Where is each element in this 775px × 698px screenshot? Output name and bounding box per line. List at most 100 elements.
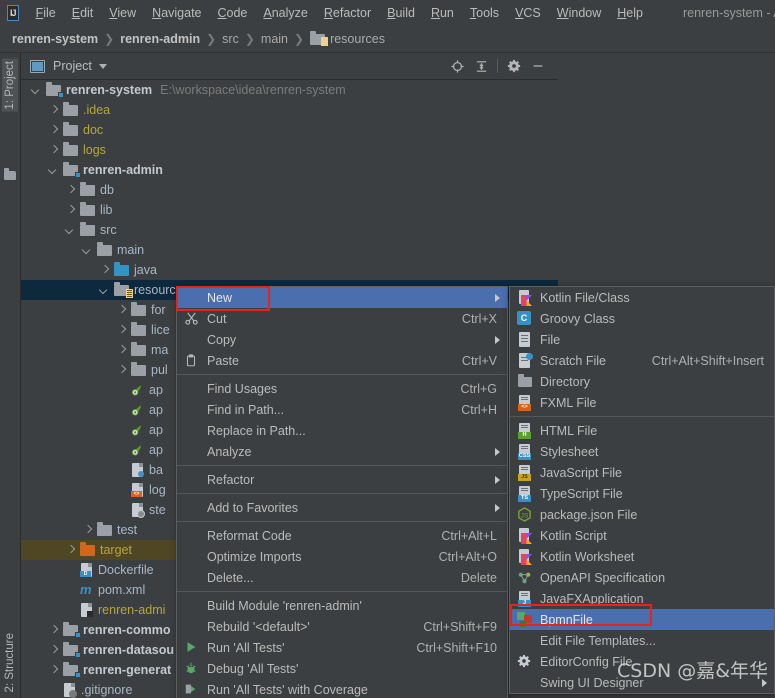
menu-item-build-module-renren-admin[interactable]: Build Module 'renren-admin' [177,595,507,616]
menu-item-typescript-file[interactable]: TS TypeScript File [510,483,774,504]
menu-item-directory[interactable]: Directory [510,371,774,392]
menu-item-debug-all-tests[interactable]: Debug 'All Tests' [177,658,507,679]
chevron-down-icon[interactable] [31,84,43,96]
chevron-right-icon[interactable] [48,664,60,676]
chevron-right-icon[interactable] [65,204,77,216]
hide-panel-icon[interactable] [526,55,550,77]
menu-item-openapi-specification[interactable]: OpenAPI Specification [510,567,774,588]
chevron-right-icon[interactable] [99,264,111,276]
menu-code[interactable]: Code [210,3,256,23]
menu-item-paste[interactable]: Paste Ctrl+V [177,350,507,371]
menu-item-edit-file-templates[interactable]: Edit File Templates... [510,630,774,651]
menu-item-reformat-code[interactable]: Reformat Code Ctrl+Alt+L [177,525,507,546]
menu-item-kotlin-worksheet[interactable]: Kotlin Worksheet [510,546,774,567]
tree-row[interactable]: java [21,260,558,280]
tree-row[interactable]: main [21,240,558,260]
menu-item-new[interactable]: New [177,287,507,308]
menu-item-kotlin-script[interactable]: Kotlin Script [510,525,774,546]
menu-item-delete[interactable]: Delete... Delete [177,567,507,588]
breadcrumb-label: resources [330,32,385,46]
menu-item-javafxapplication[interactable]: J JavaFXApplication [510,588,774,609]
menu-item-find-usages[interactable]: Find Usages Ctrl+G [177,378,507,399]
menu-item-cut[interactable]: Cut Ctrl+X [177,308,507,329]
menu-item-run-all-tests-with-coverage[interactable]: Run 'All Tests' with Coverage [177,679,507,698]
chevron-down-icon[interactable] [82,244,94,256]
menu-item-find-in-path[interactable]: Find in Path... Ctrl+H [177,399,507,420]
tree-row[interactable]: logs [21,140,558,160]
menu-vcs[interactable]: VCS [507,3,549,23]
chevron-right-icon[interactable] [116,304,128,316]
menu-item-fxml-file[interactable]: <> FXML File [510,392,774,413]
new-submenu[interactable]: Kotlin File/Class C Groovy Class File Scratc… [509,286,775,694]
breadcrumb-item-resources[interactable]: resources [310,30,385,46]
menu-view[interactable]: View [101,3,144,23]
menu-item-kotlin-file-class[interactable]: Kotlin File/Class [510,287,774,308]
menu-item-replace-in-path[interactable]: Replace in Path... [177,420,507,441]
menu-item-swing-ui-designer[interactable]: Swing UI Designer [510,672,774,693]
breadcrumb-item-main[interactable]: main [261,32,288,46]
chevron-right-icon[interactable] [48,124,60,136]
menu-build[interactable]: Build [379,3,423,23]
menu-item-copy[interactable]: Copy [177,329,507,350]
chevron-down-icon[interactable] [48,164,60,176]
menu-item-package-json-file[interactable]: JS package.json File [510,504,774,525]
chevron-right-icon[interactable] [65,544,77,556]
tree-row[interactable]: .idea [21,100,558,120]
chevron-right-icon[interactable] [48,144,60,156]
tree-item-label: lice [151,323,170,337]
chevron-down-icon[interactable] [99,284,111,296]
menu-edit[interactable]: Edit [64,3,102,23]
context-menu[interactable]: New Cut Ctrl+X Copy Paste Ctrl+V Find Usages Ct… [176,286,508,698]
breadcrumb-item-renren-admin[interactable]: renren-admin [120,32,200,46]
menu-refactor[interactable]: Refactor [316,3,379,23]
menu-item-stylesheet[interactable]: CSS Stylesheet [510,441,774,462]
chevron-right-icon[interactable] [48,104,60,116]
chevron-right-icon[interactable] [116,324,128,336]
tree-row[interactable]: src [21,220,558,240]
chevron-right-icon[interactable] [82,524,94,536]
chevron-right-icon[interactable] [65,184,77,196]
menu-item-javascript-file[interactable]: JS JavaScript File [510,462,774,483]
tool-window-button-project[interactable]: 1: Project [2,59,18,112]
locate-icon[interactable] [445,55,469,77]
menu-item-analyze[interactable]: Analyze [177,441,507,462]
menu-separator [177,374,507,375]
tree-row[interactable]: renren-system E:\workspace\idea\renren-sy… [21,80,558,100]
chevron-down-icon[interactable] [98,63,107,69]
favorites-folder-icon[interactable] [4,168,16,180]
menu-item-groovy-class[interactable]: C Groovy Class [510,308,774,329]
menu-run[interactable]: Run [423,3,462,23]
tree-row[interactable]: renren-admin [21,160,558,180]
menu-tools[interactable]: Tools [462,3,507,23]
folder-grey-icon [63,101,83,116]
menu-window[interactable]: Window [549,3,609,23]
chevron-right-icon[interactable] [48,624,60,636]
menu-item-bpmnfile[interactable]: BpmnFile [510,609,774,630]
chevron-right-icon[interactable] [48,644,60,656]
menu-file[interactable]: File [28,3,64,23]
tree-row[interactable]: lib [21,200,558,220]
menu-help[interactable]: Help [609,3,651,23]
menu-item-add-to-favorites[interactable]: Add to Favorites [177,497,507,518]
tree-row[interactable]: doc [21,120,558,140]
chevron-right-icon[interactable] [116,364,128,376]
settings-gear-icon[interactable] [502,55,526,77]
menu-item-rebuild-default[interactable]: Rebuild '<default>' Ctrl+Shift+F9 [177,616,507,637]
menu-item-scratch-file[interactable]: Scratch File Ctrl+Alt+Shift+Insert [510,350,774,371]
menu-item-html-file[interactable]: H HTML File [510,420,774,441]
menu-navigate[interactable]: Navigate [144,3,209,23]
menu-item-optimize-imports[interactable]: Optimize Imports Ctrl+Alt+O [177,546,507,567]
chevron-down-icon[interactable] [65,224,77,236]
menu-item-refactor[interactable]: Refactor [177,469,507,490]
menu-item-run-all-tests[interactable]: Run 'All Tests' Ctrl+Shift+F10 [177,637,507,658]
collapse-all-icon[interactable] [469,55,493,77]
tree-row[interactable]: db [21,180,558,200]
breadcrumb-item-src[interactable]: src [222,32,239,46]
menu-item-editorconfig-file[interactable]: EditorConfig File [510,651,774,672]
breadcrumb-item-renren-system[interactable]: renren-system [12,32,98,46]
menu-analyze[interactable]: Analyze [255,3,315,23]
tool-window-button-structure[interactable]: 2: Structure [2,631,18,694]
yaml-file-icon [131,443,149,457]
chevron-right-icon[interactable] [116,344,128,356]
menu-item-file[interactable]: File [510,329,774,350]
